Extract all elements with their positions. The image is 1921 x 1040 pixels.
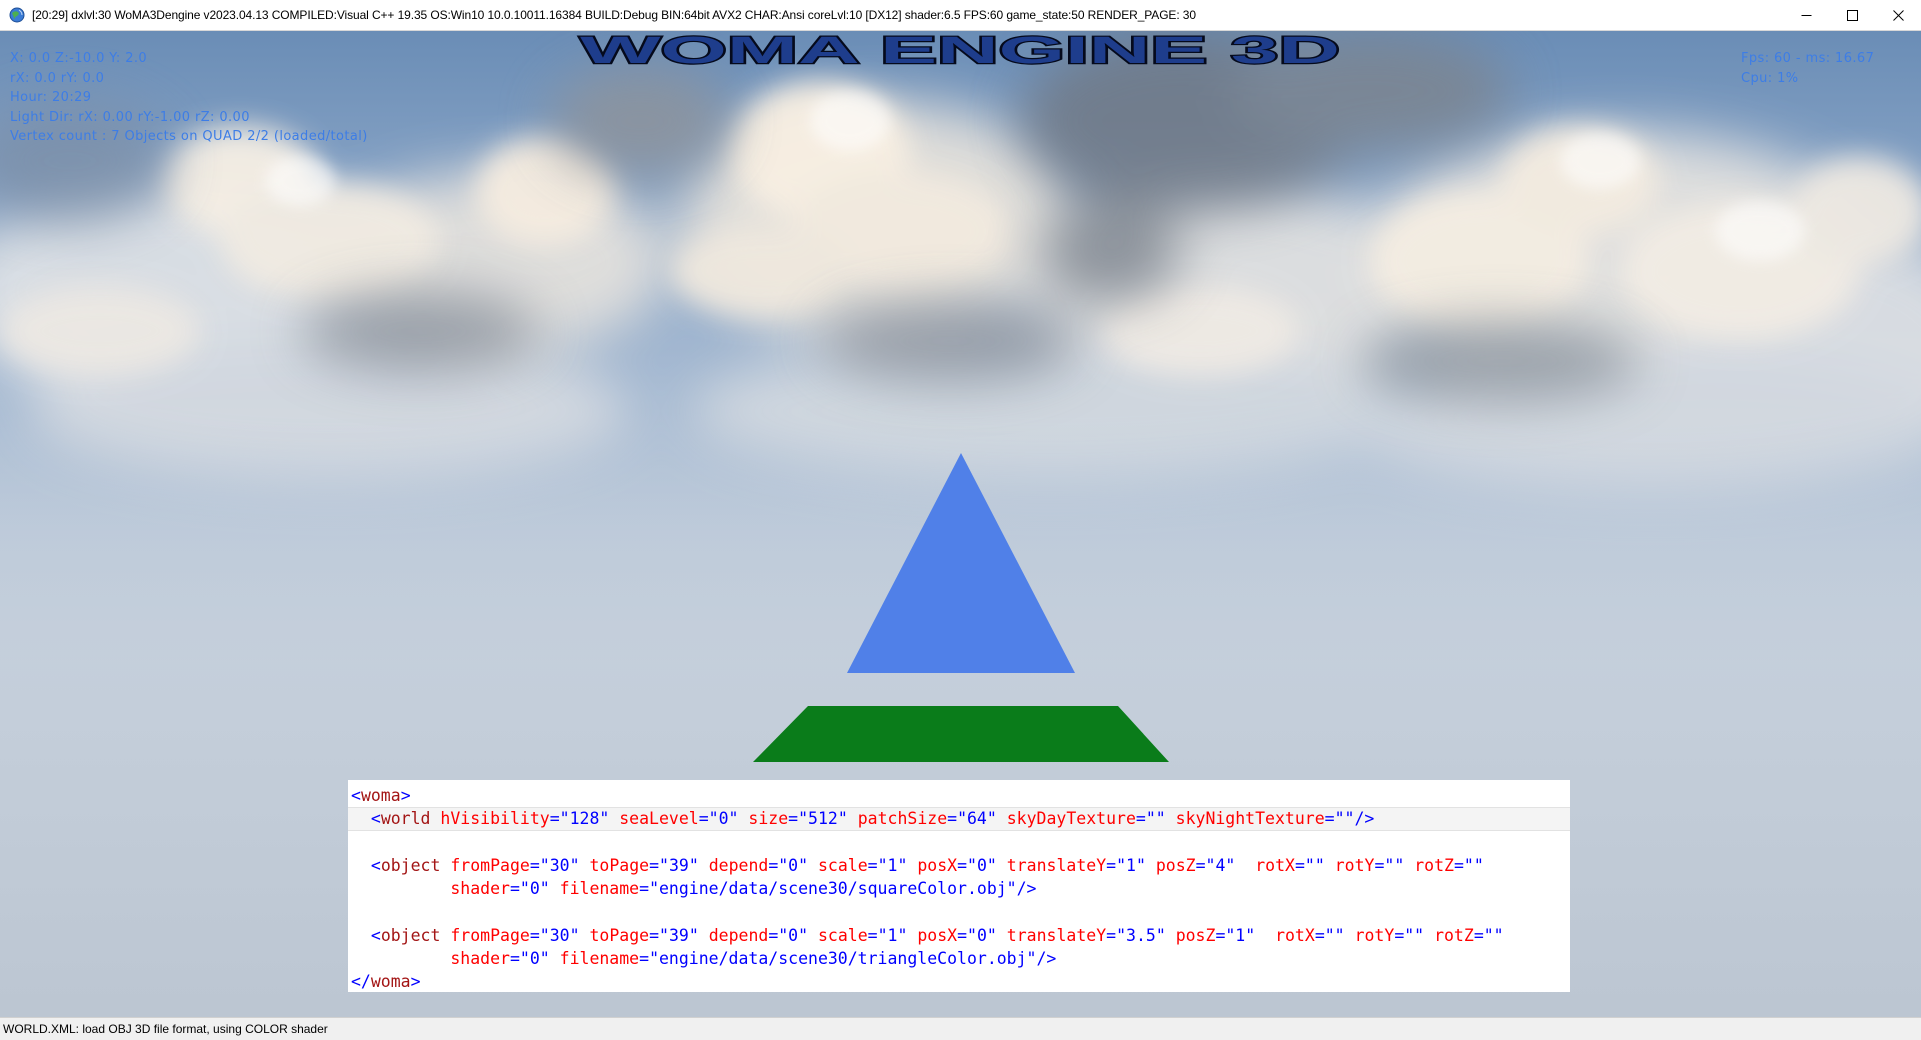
maximize-icon [1846,10,1858,21]
title-bar[interactable]: [20:29] dxlvl:30 WoMA3Dengine v2023.04.1… [0,0,1921,31]
blue-triangle [847,453,1075,673]
world-xml-panel[interactable]: <woma> <world hVisibility="128" seaLevel… [348,780,1570,992]
green-quad [753,706,1169,762]
code-line-world: <world hVisibility="128" seaLevel="0" si… [348,807,1570,831]
window-title: [20:29] dxlvl:30 WoMA3Dengine v2023.04.1… [32,8,1196,22]
close-icon [1892,10,1904,21]
minimize-icon [1801,15,1811,16]
code-line-object1-cont: shader="0" filename="engine/data/scene30… [450,879,1037,899]
code-line-woma-open: <woma> [351,786,411,805]
status-bar: WORLD.XML: load OBJ 3D file format, usin… [0,1017,1921,1040]
code-line-object2-cont: shader="0" filename="engine/data/scene30… [450,949,1057,969]
code-line-object1: <object fromPage="30" toPage="39" depend… [370,855,1484,875]
code-line-woma-close: </woma> [351,972,421,992]
code-line-object2: <object fromPage="30" toPage="39" depend… [370,925,1504,945]
status-text: WORLD.XML: load OBJ 3D file format, usin… [3,1022,328,1036]
globe-icon [9,7,25,23]
close-button[interactable] [1869,0,1921,31]
render-viewport[interactable]: WOMA ENGINE 3D X: 0.0 Z:-10.0 Y: 2.0 rX:… [0,31,1921,1017]
